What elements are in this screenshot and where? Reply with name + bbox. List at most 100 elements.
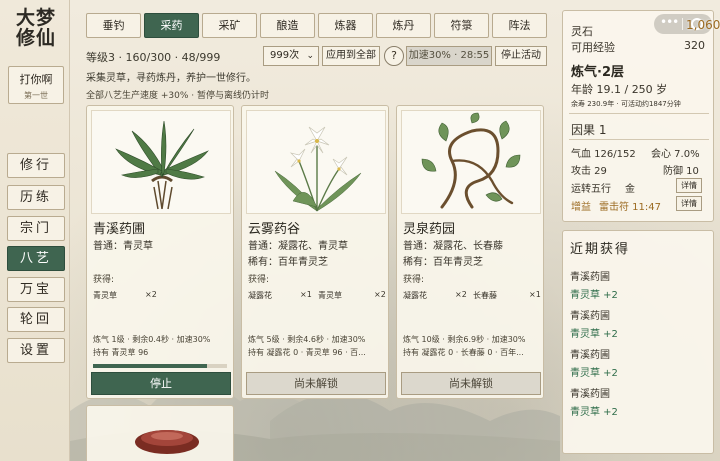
lifespan-remaining: 余寿 230.9年 · 可活动约1847分钟 [571,100,681,108]
hp: 气血 126/152 [571,149,636,160]
skill-bonus: 全部八艺生产速度 +30% · 暂停与离线仍计时 [86,91,269,101]
tab-herbs[interactable]: 采药 [144,13,199,38]
drop-item-name: 凝露花 [403,291,427,300]
herb-card-common: 普通：凝露花、青灵草 [248,241,348,252]
herb-image [91,110,231,214]
recent-source: 青溪药圃 [570,350,610,361]
sidebar: 大梦 修仙 打你啊 第一世 修行 历练 宗门 八艺 万宝 轮回 设置 [0,0,70,461]
player-generation: 第一世 [24,91,48,100]
quantity-value: 999次 [270,50,300,61]
herb-card-rare: 稀有：百年青灵芝 [248,257,328,268]
herb-progress-fill [93,364,207,368]
tab-forging[interactable]: 炼器 [318,13,373,38]
nav-cultivate[interactable]: 修行 [7,153,65,178]
herb-image [401,110,541,214]
exp-value: 320 [684,39,705,52]
drop-item-name: 青灵草 [93,291,117,300]
spirit-stone-value: 1,060 [686,18,720,32]
list-item: 青溪药圃 青灵草 +2 [570,268,618,301]
recent-source: 青溪药圃 [570,389,610,400]
herb-card-title: 云雾药谷 [248,222,301,237]
herb-card-lingquan: 灵泉药园 普通：凝露花、长春藤 稀有：百年青灵芝 获得: 凝露花 ×2 长春藤 … [396,105,544,399]
tab-alchemy[interactable]: 炼丹 [376,13,431,38]
nav-reincarnation[interactable]: 轮回 [7,307,65,332]
herb-card-qingxi: 青溪药圃 普通：青灵草 获得: 青灵草 ×2 炼气 1级 · 剩余0.4秒 · … [86,105,234,399]
drop-item-count: ×2 [374,290,386,299]
five-elements-detail-button[interactable]: 详情 [676,178,702,193]
herb-card-yield-label: 获得: [248,275,270,285]
defense: 防御 10 [663,166,699,177]
recent-gain: 青灵草 +2 [570,368,618,379]
herb-card-title: 灵泉药园 [403,222,456,237]
nav-crafts[interactable]: 八艺 [7,246,65,271]
more-icon: ••• [660,15,679,29]
herb-card-yield-label: 获得: [403,275,425,285]
skill-description: 采集灵草，寻药炼丹，养护一世修行。 [86,73,256,84]
help-button[interactable]: ? [384,46,404,66]
herb-card-info: 炼气 5级 · 剩余4.6秒 · 加速30% [248,335,366,344]
five-elements-label: 运转五行 [571,184,611,195]
herb-card-yield-label: 获得: [93,275,115,285]
locked-button[interactable]: 尚未解锁 [246,372,386,395]
drop-item-count: ×2 [455,290,467,299]
drop-item-name: 凝露花 [248,291,272,300]
buff-value: 雷击符 11:47 [599,202,661,213]
nav-treasure[interactable]: 万宝 [7,277,65,302]
herb-card-title: 青溪药圃 [93,222,146,237]
herb-card-info: 炼气 1级 · 剩余0.4秒 · 加速30% [93,335,211,344]
logo-line-2: 修仙 [15,27,56,49]
herb-card-common: 普通：凝露花、长春藤 [403,241,503,252]
player-name: 打你啊 [19,73,53,86]
tab-brewing[interactable]: 酿造 [260,13,315,38]
list-item: 青溪药圃 青灵草 +2 [570,346,618,379]
recent-gain: 青灵草 +2 [570,329,618,340]
nav-sect[interactable]: 宗门 [7,216,65,241]
recent-title: 近期获得 [570,242,631,257]
drop-item-count: ×1 [529,290,541,299]
tab-talisman[interactable]: 符箓 [434,13,489,38]
list-item: 青溪药圃 青灵草 +2 [570,307,618,340]
attack: 攻击 29 [571,166,607,177]
buff-detail-button[interactable]: 详情 [676,196,702,211]
locked-button[interactable]: 尚未解锁 [401,372,541,395]
herb-card-common: 普通：青灵草 [93,241,153,252]
nav-settings[interactable]: 设置 [7,338,65,363]
accelerate-button[interactable]: 加速30% · 28:55 [406,46,492,66]
herb-image [246,110,386,214]
drop-item-count: ×2 [145,290,157,299]
herb-card-holding: 持有 凝露花 0 · 青灵草 96 · 百... [248,348,366,357]
recent-source: 青溪药圃 [570,311,610,322]
herb-card-holding: 持有 青灵草 96 [93,348,149,357]
stop-all-button[interactable]: 停止活动 [495,46,547,66]
herb-card-holding: 持有 凝露花 0 · 长春藤 0 · 百年... [403,348,524,357]
crit: 会心 7.0% [651,149,700,160]
apply-all-button[interactable]: 应用到全部 [322,46,380,66]
recent-gain: 青灵草 +2 [570,290,618,301]
chevron-down-icon: ⌄ [306,51,314,61]
recent-gain: 青灵草 +2 [570,407,618,418]
buff-label: 增益 [571,202,591,213]
drop-item-count: ×1 [300,290,312,299]
recent-panel [562,230,714,454]
game-logo: 大梦 修仙 [13,8,59,48]
karma: 因果 1 [571,123,607,137]
realm: 炼气·2层 [571,65,624,80]
herb-card-info: 炼气 10级 · 剩余6.9秒 · 加速30% [403,335,526,344]
list-item: 青溪药圃 青灵草 +2 [570,385,618,418]
herb-card-yunwu: 云雾药谷 普通：凝露花、青灵草 稀有：百年青灵芝 获得: 凝露花 ×1 青灵草 … [241,105,389,399]
herb-card-rare: 稀有：百年青灵芝 [403,257,483,268]
herb-card-partial [86,405,234,461]
herb-progress-bar [93,364,227,368]
quantity-select[interactable]: 999次 ⌄ [263,46,319,66]
tab-formation[interactable]: 阵法 [492,13,547,38]
logo-line-1: 大梦 [15,7,56,29]
mushroom-image [135,430,199,454]
exp-label: 可用经验 [571,41,615,54]
nav-adventure[interactable]: 历练 [7,185,65,210]
tab-mining[interactable]: 采矿 [202,13,257,38]
five-elements-value: 金 [625,184,635,195]
tab-fishing[interactable]: 垂钓 [86,13,141,38]
player-profile-button[interactable]: 打你啊 第一世 [8,66,64,104]
age: 年龄 19.1 / 250 岁 [571,83,668,96]
stop-gather-button[interactable]: 停止 [91,372,231,395]
